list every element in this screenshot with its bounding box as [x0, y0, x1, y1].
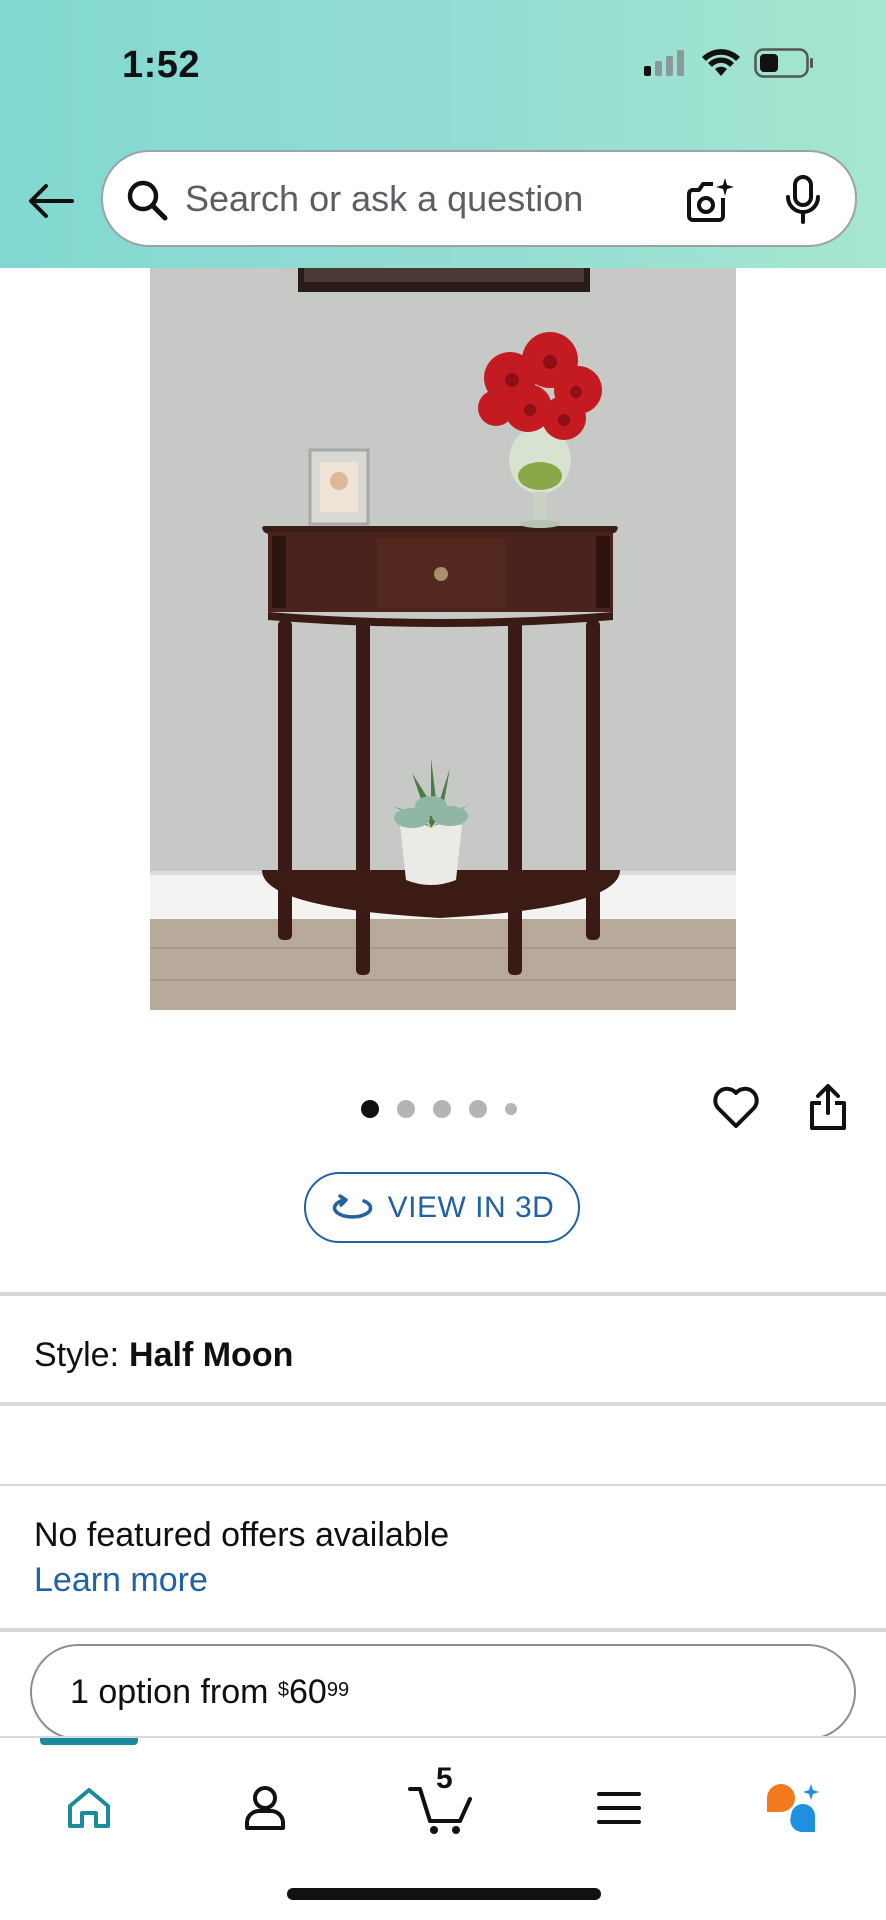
view-in-3d-button[interactable]: VIEW IN 3D: [304, 1172, 580, 1243]
carousel-dot[interactable]: [433, 1100, 451, 1118]
search-input[interactable]: [185, 170, 625, 228]
price-currency: $: [277, 1678, 290, 1701]
style-selector[interactable]: Style: Half Moon: [34, 1336, 293, 1375]
image-carousel-dots: [361, 1100, 517, 1118]
carousel-dot[interactable]: [469, 1100, 487, 1118]
assistant-icon: [767, 1784, 819, 1833]
heart-icon: [713, 1086, 759, 1128]
nav-assistant[interactable]: [748, 1768, 838, 1848]
menu-icon: [597, 1792, 641, 1824]
account-icon: [245, 1786, 285, 1830]
status-time: 1:52: [122, 44, 201, 86]
nav-home[interactable]: [44, 1768, 134, 1848]
carousel-dot[interactable]: [397, 1100, 415, 1118]
wishlist-button[interactable]: [712, 1085, 760, 1134]
home-icon: [68, 1788, 110, 1828]
search-bar[interactable]: [101, 150, 857, 247]
wifi-icon: [702, 49, 740, 76]
no-offers-message: No featured offers available: [34, 1516, 450, 1554]
section-divider: [0, 1402, 886, 1406]
section-divider: [0, 1628, 886, 1632]
camera-sparkle-icon[interactable]: [685, 176, 737, 226]
nav-menu[interactable]: [574, 1768, 664, 1848]
microphone-icon[interactable]: [783, 174, 823, 226]
home-indicator: [287, 1888, 601, 1900]
share-icon: [810, 1084, 846, 1130]
option-prefix: 1 option from: [70, 1672, 278, 1711]
carousel-dot[interactable]: [361, 1100, 379, 1118]
product-image[interactable]: [150, 268, 736, 1010]
nav-cart[interactable]: 5: [396, 1762, 486, 1848]
carousel-dot[interactable]: [505, 1103, 517, 1115]
product-photo: [150, 268, 736, 1010]
buying-options-button[interactable]: 1 option from $60 99: [30, 1644, 856, 1740]
status-icons: [644, 48, 814, 78]
section-divider: [0, 1292, 886, 1296]
style-label: Style:: [34, 1336, 120, 1374]
section-divider: [0, 1484, 886, 1486]
battery-icon: [754, 48, 813, 78]
learn-more-link[interactable]: Learn more: [34, 1561, 208, 1600]
back-arrow-icon: [29, 184, 74, 218]
cart-count: 5: [436, 1762, 453, 1795]
cellular-signal-icon: [644, 50, 684, 76]
price-whole: 60: [289, 1672, 327, 1711]
price-fraction: 99: [326, 1678, 350, 1701]
view-in-3d-label: VIEW IN 3D: [387, 1190, 555, 1224]
rotate-3d-icon: [332, 1193, 372, 1219]
nav-account[interactable]: [220, 1768, 310, 1848]
nav-active-indicator: [40, 1738, 138, 1745]
back-button[interactable]: [26, 176, 76, 226]
style-value: Half Moon: [129, 1336, 294, 1374]
share-button[interactable]: [808, 1083, 848, 1136]
search-icon: [127, 180, 168, 221]
top-header: 1:52: [0, 0, 886, 268]
